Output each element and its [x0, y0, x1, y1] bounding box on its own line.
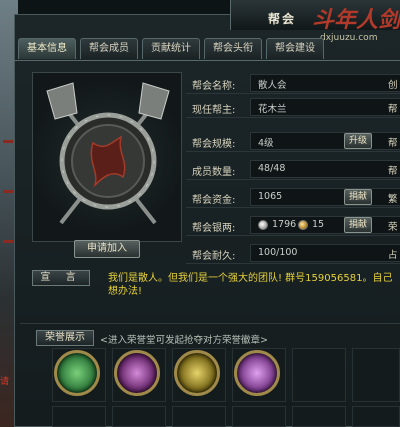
bronze-coin-icon — [298, 220, 308, 230]
empty-badge-slot[interactable] — [352, 406, 400, 427]
empty-badge-slot[interactable] — [52, 406, 106, 427]
guild-leader-label: 现任帮主: — [192, 105, 236, 116]
apply-join-button[interactable]: 申请加入 — [74, 240, 140, 258]
side-red-text: 请 — [0, 377, 10, 387]
badge-slot[interactable] — [172, 348, 226, 402]
honor-hint-text: <进入荣誉堂可发起抢夺对方荣誉徽章> — [100, 335, 268, 346]
donate-funds-button[interactable]: 捐献 — [344, 189, 373, 205]
empty-badge-slot[interactable] — [232, 406, 286, 427]
guild-name-label: 帮会名称: — [192, 81, 236, 92]
guild-scale-label: 帮会规模: — [192, 139, 236, 150]
purple-dragon-badge-icon[interactable] — [114, 350, 160, 396]
guild-durability-label: 帮会耐久: — [192, 251, 236, 262]
info-row-scale: 帮会规模: 4级 升级 帮 — [186, 130, 400, 152]
info-row-funds: 帮会资金: 1065 捐献 繁 — [186, 186, 400, 208]
honor-display-label: 荣誉展示 — [36, 330, 94, 346]
empty-badge-slot[interactable] — [172, 406, 226, 427]
badge-slot[interactable] — [112, 348, 166, 402]
tab-contribution[interactable]: 贡献统计 — [142, 38, 200, 59]
empty-badge-slot[interactable] — [112, 406, 166, 427]
shield-crossed-axes-emblem-icon — [46, 82, 170, 225]
badge-slot[interactable] — [52, 348, 106, 402]
member-count-label: 成员数量: — [192, 167, 236, 178]
guild-leader-extra: 帮 — [388, 104, 398, 115]
empty-badge-slot[interactable] — [292, 348, 346, 402]
guild-scale-extra: 帮 — [388, 138, 398, 149]
tab-members[interactable]: 帮会成员 — [80, 38, 138, 59]
guild-name-extra: 创 — [388, 80, 398, 91]
guild-bronze-value: 15 — [312, 219, 325, 230]
tab-titles[interactable]: 帮会头衔 — [204, 38, 262, 59]
purple-star-badge-icon[interactable] — [234, 350, 280, 396]
empty-badge-slot[interactable] — [352, 348, 400, 402]
guild-scale-value: 4级 — [258, 138, 274, 149]
guild-silver-extra: 荣 — [388, 222, 398, 233]
guild-durability-extra: 占 — [388, 250, 398, 261]
tab-basic-info[interactable]: 基本信息 — [18, 38, 76, 59]
member-count-extra: 帮 — [388, 166, 398, 177]
guild-funds-value: 1065 — [258, 191, 283, 202]
golden-lotus-badge-icon[interactable] — [174, 350, 220, 396]
tab-divider — [14, 60, 400, 61]
upgrade-button[interactable]: 升级 — [344, 133, 373, 149]
guild-emblem-panel — [32, 72, 182, 242]
section-divider — [20, 323, 400, 324]
info-row-leader: 现任帮主: 花木兰 帮 — [186, 96, 400, 118]
guild-info-panel: 帮会名称: 散人会 创 现任帮主: 花木兰 帮 帮会规模: 4级 升级 帮 成员… — [186, 72, 400, 264]
declaration-box: 我们是散人。但我们是一个强大的团队! 群号159056581。自己想办法! — [108, 272, 400, 318]
member-count-value: 48/48 — [258, 163, 286, 174]
silver-coin-icon — [258, 220, 268, 230]
badge-slot[interactable] — [232, 348, 286, 402]
site-watermark-url: dxjuuzu.com — [320, 33, 378, 43]
info-row-name: 帮会名称: 散人会 创 — [186, 72, 400, 94]
declaration-text: 我们是散人。但我们是一个强大的团队! 群号159056581。自己想办法! — [108, 273, 393, 297]
guild-silver-label: 帮会银两: — [192, 223, 236, 234]
guild-name-value: 散人会 — [258, 80, 287, 91]
guild-durability-value: 100/100 — [258, 247, 298, 258]
guild-leader-value: 花木兰 — [258, 104, 287, 115]
info-row-durability: 帮会耐久: 100/100 占 — [186, 242, 400, 264]
declaration-label: 宣 言 — [32, 270, 90, 286]
site-watermark-logo: 斗年人剑 — [312, 7, 400, 33]
guild-funds-extra: 繁 — [388, 194, 398, 205]
info-row-members: 成员数量: 48/48 帮 — [186, 158, 400, 180]
tab-bar: 基本信息 帮会成员 贡献统计 帮会头衔 帮会建设 — [18, 38, 324, 60]
info-row-silver: 帮会银两: 1796 15 捐献 荣 — [186, 214, 400, 236]
green-flame-badge-icon[interactable] — [54, 350, 100, 396]
tab-construction[interactable]: 帮会建设 — [266, 38, 324, 59]
empty-badge-slot[interactable] — [292, 406, 346, 427]
guild-funds-label: 帮会资金: — [192, 195, 236, 206]
guild-silver-value: 1796 — [272, 219, 297, 230]
window-title: 帮会 — [268, 12, 297, 26]
donate-silver-button[interactable]: 捐献 — [344, 217, 373, 233]
